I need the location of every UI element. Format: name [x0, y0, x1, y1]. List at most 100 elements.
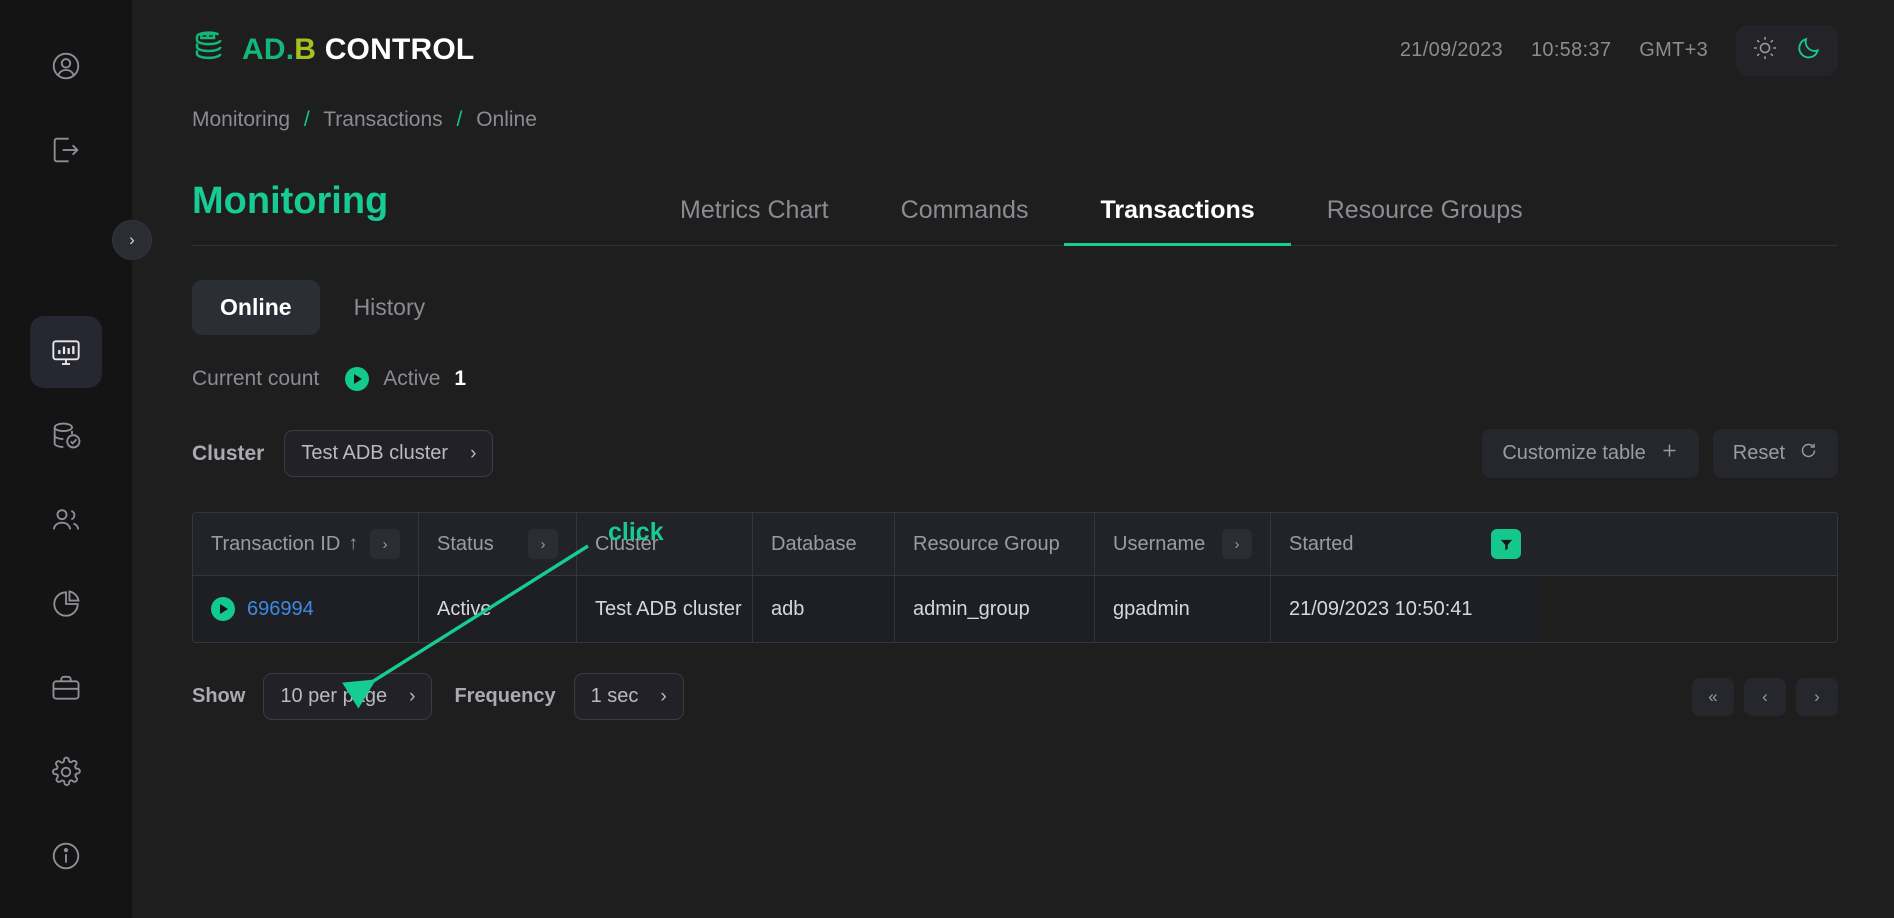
segment-online[interactable]: Online: [192, 280, 320, 335]
logo-text-b: B: [294, 33, 316, 66]
frequency-select[interactable]: 1 sec ›: [574, 673, 684, 720]
reset-button[interactable]: Reset: [1713, 429, 1838, 478]
annotation-label: click: [608, 518, 664, 547]
current-count-row: Current count Active 1: [192, 367, 1838, 391]
chevron-right-icon[interactable]: ›: [528, 529, 558, 559]
current-time: 10:58:37: [1531, 39, 1611, 62]
sidebar-item-account[interactable]: [30, 30, 102, 102]
reset-label: Reset: [1733, 442, 1785, 465]
top-bar: AD.B CONTROL 21/09/2023 10:58:37 GMT+3: [192, 0, 1838, 100]
pagination-prev-button[interactable]: ‹: [1744, 678, 1786, 716]
column-header-username[interactable]: Username ›: [1095, 513, 1271, 575]
theme-toggle[interactable]: [1736, 25, 1838, 76]
column-label-resource-group: Resource Group: [913, 533, 1060, 556]
breadcrumb-separator: /: [457, 108, 463, 131]
cell-username: gpadmin: [1095, 576, 1271, 642]
breadcrumb: Monitoring / Transactions / Online: [192, 100, 1838, 132]
column-label-username: Username: [1113, 533, 1205, 556]
sidebar-item-analytics[interactable]: [30, 568, 102, 640]
settings-icon: [50, 756, 82, 788]
customize-table-button[interactable]: Customize table: [1482, 429, 1698, 478]
play-circle-icon: [345, 367, 369, 391]
column-header-transaction-id[interactable]: Transaction ID ↑ ›: [193, 513, 419, 575]
table-row[interactable]: 696994 Active Test ADB cluster adb admin…: [193, 576, 1837, 642]
tab-resource-groups[interactable]: Resource Groups: [1291, 196, 1559, 245]
sidebar-item-info[interactable]: [30, 820, 102, 892]
segment-history[interactable]: History: [326, 280, 454, 335]
info-icon: [50, 840, 82, 872]
clusters-icon: [50, 420, 82, 452]
app-root: › AD.B CONTROL 21/: [0, 0, 1894, 918]
breadcrumb-item-transactions[interactable]: Transactions: [323, 108, 442, 131]
customize-table-label: Customize table: [1502, 442, 1645, 465]
transaction-id-link[interactable]: 696994: [247, 598, 314, 621]
app-logo[interactable]: AD.B CONTROL: [192, 28, 474, 73]
sidebar-item-jobs[interactable]: [30, 652, 102, 724]
analytics-icon: [50, 588, 82, 620]
filter-icon[interactable]: [1491, 529, 1521, 559]
view-mode-switch: Online History: [192, 280, 1838, 335]
pagination: « ‹ ›: [1692, 678, 1838, 716]
column-label-status: Status: [437, 533, 494, 556]
cluster-select-value: Test ADB cluster: [301, 442, 448, 465]
column-label-database: Database: [771, 533, 857, 556]
breadcrumb-separator: /: [304, 108, 310, 131]
sidebar-item-monitoring[interactable]: [30, 316, 102, 388]
table-header-row: Transaction ID ↑ › Status › Cluster Data…: [193, 513, 1837, 576]
logo-text-adb: AD.: [242, 33, 294, 66]
main-content: AD.B CONTROL 21/09/2023 10:58:37 GMT+3: [132, 0, 1894, 918]
sort-ascending-icon[interactable]: ↑: [348, 533, 358, 555]
chevron-right-icon[interactable]: ›: [370, 529, 400, 559]
jobs-icon: [50, 672, 82, 704]
current-count-label: Current count: [192, 367, 319, 391]
cluster-select[interactable]: Test ADB cluster ›: [284, 430, 493, 477]
play-circle-icon[interactable]: [211, 597, 235, 621]
refresh-icon: [1799, 441, 1818, 466]
cell-cluster: Test ADB cluster: [577, 576, 753, 642]
account-icon: [50, 50, 82, 82]
chevron-right-icon: ›: [409, 686, 415, 708]
logo-text-control: CONTROL: [325, 33, 475, 66]
column-header-database[interactable]: Database: [753, 513, 895, 575]
transactions-table: Transaction ID ↑ › Status › Cluster Data…: [192, 512, 1838, 643]
chevron-right-icon: ›: [470, 443, 476, 465]
pagination-first-button[interactable]: «: [1692, 678, 1734, 716]
column-header-resource-group[interactable]: Resource Group: [895, 513, 1095, 575]
sidebar-item-settings[interactable]: [30, 736, 102, 808]
sidebar-item-logout[interactable]: [30, 114, 102, 186]
tab-bar: Metrics Chart Commands Transactions Reso…: [644, 196, 1559, 245]
moon-icon[interactable]: [1796, 35, 1822, 66]
logout-icon: [50, 134, 82, 166]
table-header: Transaction ID ↑ › Status › Cluster Data…: [193, 513, 1837, 576]
cell-database: adb: [753, 576, 895, 642]
filter-row: Cluster Test ADB cluster › Customize tab…: [192, 429, 1838, 478]
pagination-next-button[interactable]: ›: [1796, 678, 1838, 716]
sidebar-item-clusters[interactable]: [30, 400, 102, 472]
breadcrumb-item-online[interactable]: Online: [476, 108, 537, 131]
column-header-status[interactable]: Status ›: [419, 513, 577, 575]
cell-resource-group: admin_group: [895, 576, 1095, 642]
users-icon: [50, 504, 82, 536]
monitoring-icon: [50, 336, 82, 368]
sun-icon[interactable]: [1752, 35, 1778, 66]
current-count-status: Active: [383, 367, 440, 391]
column-label-transaction-id: Transaction ID: [211, 533, 340, 556]
frequency-label: Frequency: [454, 685, 555, 708]
tab-transactions[interactable]: Transactions: [1064, 196, 1290, 245]
page-size-select[interactable]: 10 per page ›: [263, 673, 432, 720]
column-header-cluster[interactable]: Cluster: [577, 513, 753, 575]
cell-transaction-id[interactable]: 696994: [193, 576, 419, 642]
column-header-started[interactable]: Started: [1271, 513, 1539, 575]
page-title: Monitoring: [192, 180, 644, 245]
top-bar-right: 21/09/2023 10:58:37 GMT+3: [1400, 25, 1838, 76]
sidebar-item-users[interactable]: [30, 484, 102, 556]
tab-metrics-chart[interactable]: Metrics Chart: [644, 196, 865, 245]
plus-icon: [1660, 441, 1679, 466]
show-label: Show: [192, 685, 245, 708]
tab-commands[interactable]: Commands: [865, 196, 1065, 245]
breadcrumb-item-monitoring[interactable]: Monitoring: [192, 108, 290, 131]
chevron-right-icon[interactable]: ›: [1222, 529, 1252, 559]
chevron-right-icon: ›: [660, 686, 666, 708]
frequency-value: 1 sec: [591, 685, 639, 708]
logo-wordmark: AD.B CONTROL: [242, 33, 474, 67]
